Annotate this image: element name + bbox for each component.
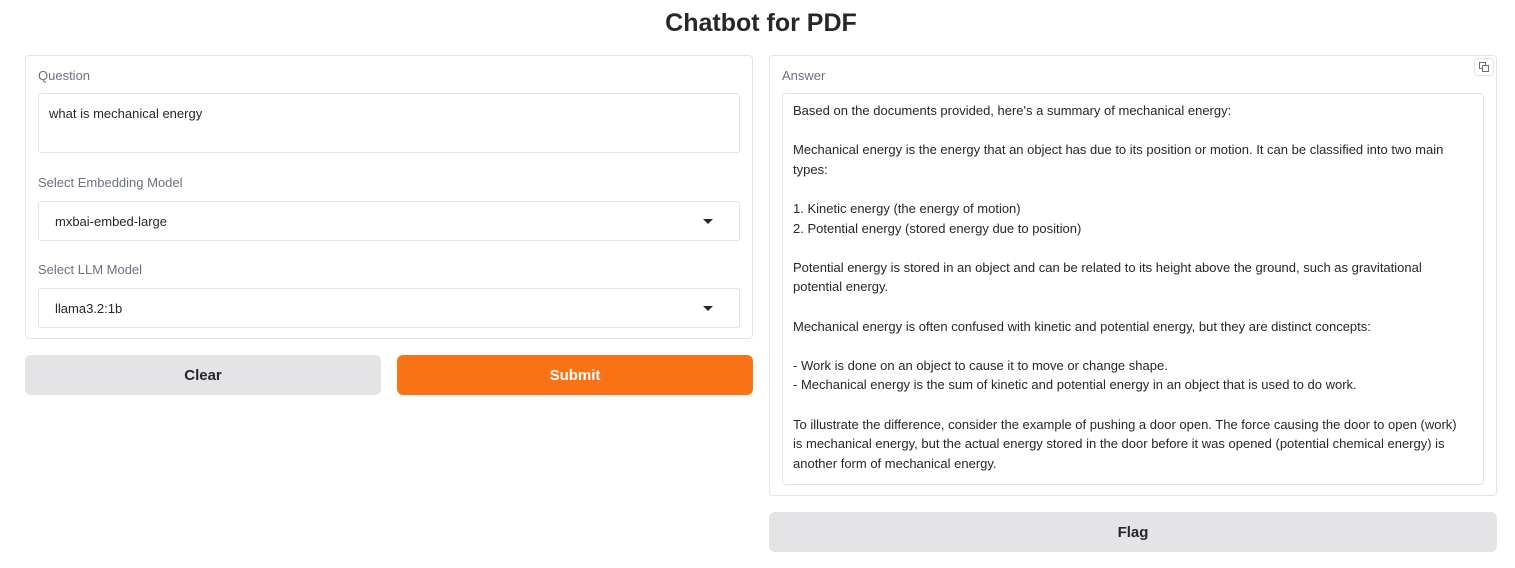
answer-line: 2. Potential energy (stored energy due t… (793, 220, 1082, 236)
question-label: Question (38, 68, 91, 83)
answer-line (793, 179, 1473, 199)
answer-line (793, 336, 1473, 356)
answer-line: To illustrate the difference, consider t… (793, 416, 1457, 432)
answer-line (793, 121, 1473, 141)
input-panel: Question what is mechanical energy Selec… (25, 55, 753, 339)
answer-line: 1. Kinetic energy (the energy of motion) (793, 200, 1021, 216)
copy-button[interactable] (1474, 58, 1494, 76)
answer-line: Mechanical energy is often confused with… (793, 318, 1371, 334)
clear-button[interactable]: Clear (25, 355, 381, 395)
chevron-down-icon (703, 218, 713, 224)
chevron-down-icon (703, 305, 713, 311)
answer-line: Mechanical energy is the energy that an … (793, 142, 1444, 158)
answer-line (793, 238, 1473, 258)
llm-model-dropdown[interactable]: llama3.2:1b (38, 288, 740, 328)
answer-label: Answer (782, 68, 826, 83)
answer-line: potential energy. (793, 279, 889, 295)
answer-line (793, 297, 1473, 317)
answer-line: Based on the documents provided, here's … (793, 103, 1232, 118)
llm-model-label: Select LLM Model (38, 262, 143, 277)
answer-line: - Mechanical energy is the sum of kineti… (793, 377, 1357, 393)
embedding-model-value: mxbai-embed-large (55, 213, 167, 229)
answer-line: is mechanical energy, but the actual ene… (793, 436, 1445, 452)
page-title: Chatbot for PDF (665, 9, 857, 37)
answer-line: types: (793, 161, 828, 177)
answer-line (793, 395, 1473, 415)
answer-panel: Answer Based on the documents provided, … (769, 55, 1497, 496)
flag-button[interactable]: Flag (769, 512, 1497, 552)
answer-output: Based on the documents provided, here's … (782, 93, 1484, 485)
answer-line: - Work is done on an object to cause it … (793, 357, 1168, 373)
embedding-model-dropdown[interactable]: mxbai-embed-large (38, 201, 740, 241)
answer-line: another form of mechanical energy. (793, 455, 997, 471)
copy-icon (1479, 62, 1489, 72)
embedding-model-label: Select Embedding Model (38, 175, 183, 190)
question-input[interactable]: what is mechanical energy (38, 93, 740, 153)
llm-model-value: llama3.2:1b (55, 300, 123, 316)
submit-button[interactable]: Submit (397, 355, 753, 395)
answer-line: Potential energy is stored in an object … (793, 259, 1422, 275)
